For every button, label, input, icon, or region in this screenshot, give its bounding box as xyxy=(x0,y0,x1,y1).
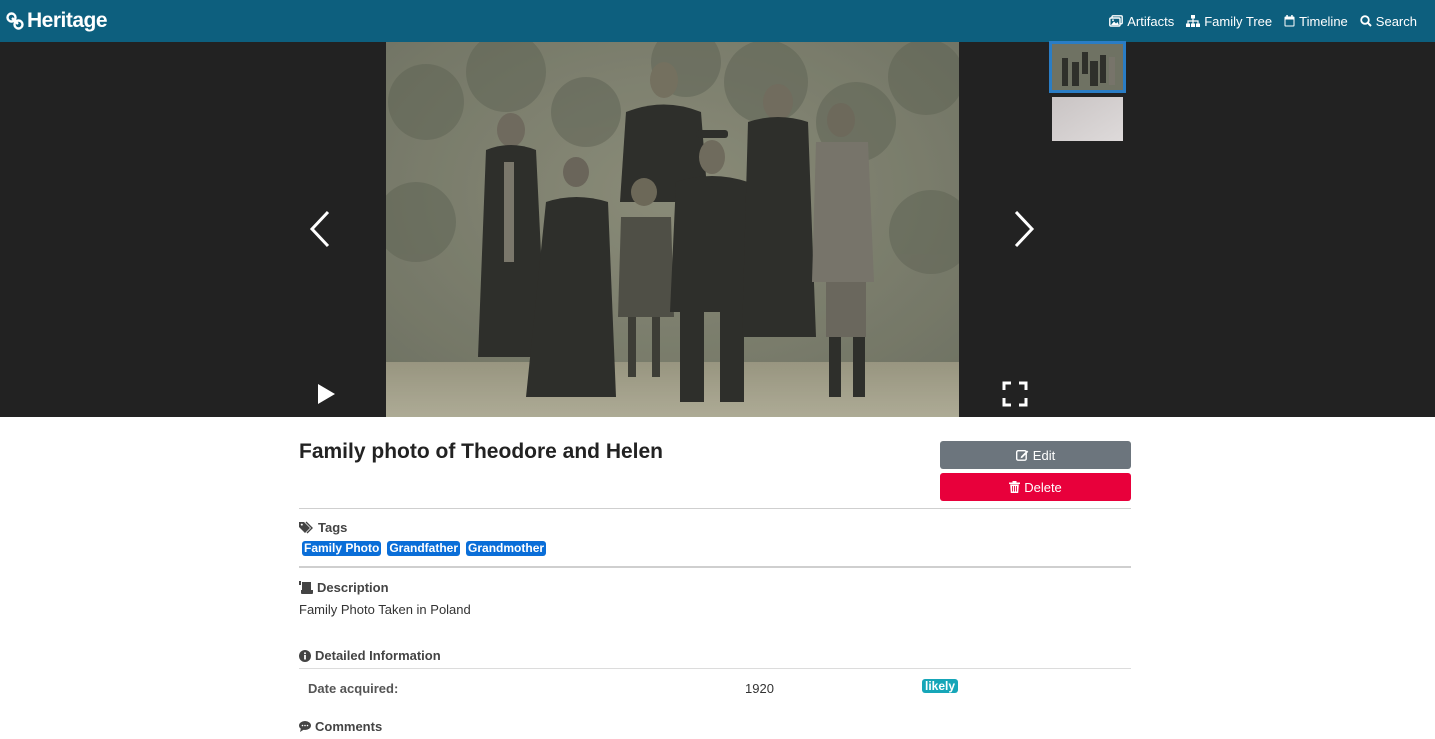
details-heading-label: Detailed Information xyxy=(315,648,441,663)
play-icon[interactable] xyxy=(315,382,337,406)
nav-family-tree-label: Family Tree xyxy=(1204,13,1273,29)
nav-timeline[interactable]: Timeline xyxy=(1284,14,1348,29)
delete-button-label: Delete xyxy=(1024,479,1062,495)
edit-button-label: Edit xyxy=(1032,447,1056,463)
tags-icon xyxy=(299,521,313,534)
page-title: Family photo of Theodore and Helen xyxy=(299,440,664,463)
nav-links: Artifacts Family Tree Timeline Search xyxy=(1109,0,1417,42)
date-acquired-label: Date acquired: xyxy=(308,681,399,696)
brand-name: Heritage xyxy=(27,9,108,32)
description-text: Family Photo Taken in Poland xyxy=(299,602,471,617)
tags-heading: Tags xyxy=(299,520,347,535)
confidence-badge: likely xyxy=(922,679,959,693)
nav-family-tree[interactable]: Family Tree xyxy=(1186,14,1272,29)
thumbnail-2[interactable] xyxy=(1052,97,1123,141)
nav-search-label: Search xyxy=(1375,13,1417,29)
comments-heading: Comments xyxy=(299,719,382,734)
thumbnail-1[interactable] xyxy=(1049,41,1126,93)
description-heading-label: Description xyxy=(317,580,389,595)
images-icon xyxy=(1109,15,1124,27)
tag-grandmother[interactable]: Grandmother xyxy=(466,541,547,556)
fullscreen-icon[interactable] xyxy=(1002,381,1028,407)
navbar: Heritage Artifacts Family Tree Timeline … xyxy=(0,0,1435,42)
calendar-icon xyxy=(1284,15,1295,27)
nav-search[interactable]: Search xyxy=(1360,14,1417,29)
photo-image xyxy=(386,42,959,417)
nav-timeline-label: Timeline xyxy=(1299,13,1348,29)
image-viewer xyxy=(0,41,1435,417)
scroll-icon xyxy=(299,581,313,594)
comments-heading-label: Comments xyxy=(315,719,383,734)
tag-grandfather[interactable]: Grandfather xyxy=(387,541,461,556)
nav-artifacts[interactable]: Artifacts xyxy=(1109,14,1174,29)
divider xyxy=(299,508,1131,509)
previous-arrow-icon[interactable] xyxy=(306,208,336,250)
details-heading: Detailed Information xyxy=(299,648,441,663)
trash-icon xyxy=(1009,481,1021,493)
tag-family-photo[interactable]: Family Photo xyxy=(302,541,382,556)
comment-icon xyxy=(299,721,311,732)
search-icon xyxy=(1360,15,1372,27)
description-heading: Description xyxy=(299,580,389,595)
table-row: Date acquired: 1920 likely xyxy=(299,668,1131,706)
nav-artifacts-label: Artifacts xyxy=(1127,13,1175,29)
edit-icon xyxy=(1015,450,1029,461)
date-acquired-value: 1920 xyxy=(745,681,774,696)
edit-button[interactable]: Edit xyxy=(940,441,1131,469)
divider xyxy=(299,566,1131,568)
artifact-photo[interactable] xyxy=(386,42,959,417)
brand-logo[interactable]: Heritage xyxy=(6,8,108,34)
tags-list: Family Photo Grandfather Grandmother xyxy=(302,541,547,556)
link-icon xyxy=(6,12,24,30)
tags-heading-label: Tags xyxy=(318,520,348,535)
delete-button[interactable]: Delete xyxy=(940,473,1131,501)
next-arrow-icon[interactable] xyxy=(1008,208,1038,250)
sitemap-icon xyxy=(1186,15,1201,27)
info-icon xyxy=(299,649,311,662)
